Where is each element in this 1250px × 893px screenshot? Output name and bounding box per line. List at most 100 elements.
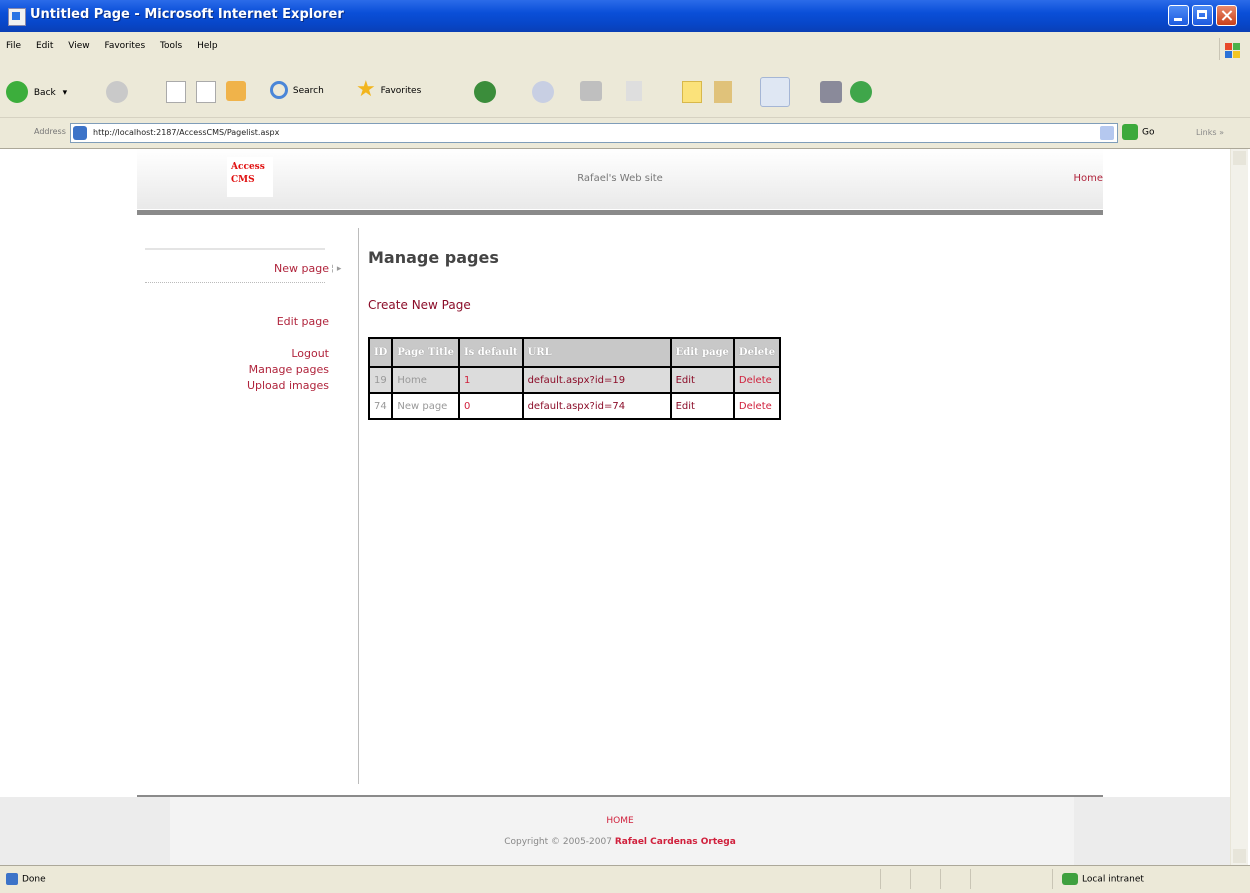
local-intranet-icon	[1062, 873, 1078, 885]
status-done: Done	[6, 873, 46, 885]
cell-id: 74	[367, 392, 394, 420]
search-icon	[270, 81, 288, 99]
pages-table: ID Page Title Is default URL Edit page D…	[367, 337, 782, 420]
sidebar-item-manage-pages[interactable]: Manage pages	[249, 363, 329, 376]
status-divider	[880, 869, 881, 889]
site-name: Rafael's Web site	[577, 173, 663, 184]
table-row: 74 New page 0 default.aspx?id=74 Edit De…	[367, 392, 782, 420]
home-icon[interactable]	[226, 81, 246, 101]
page-icon	[73, 126, 87, 140]
discuss-icon[interactable]	[682, 81, 702, 103]
research-icon[interactable]	[714, 81, 732, 103]
sidebar-divider	[145, 248, 325, 250]
menu-tools[interactable]: Tools	[160, 41, 182, 51]
chevron-down-icon: ▾	[62, 87, 68, 98]
close-icon[interactable]	[1216, 5, 1237, 26]
footer-panel	[170, 797, 1074, 865]
column-header-url: URL	[521, 337, 672, 368]
copyright-text: Copyright © 2005-2007 Rafael Cardenas Or…	[504, 837, 736, 847]
favorites-star-icon: ★	[356, 77, 376, 102]
create-new-page-link[interactable]: Create New Page	[368, 298, 471, 312]
browser-toolbar: Back ▾ Search ★ Favorites	[0, 72, 1250, 118]
cell-url-link[interactable]: default.aspx?id=19	[521, 366, 672, 394]
sidebar-dotted-divider	[145, 282, 325, 283]
author-link[interactable]: Rafael Cardenas Ortega	[615, 837, 736, 847]
menu-file[interactable]: File	[6, 41, 21, 51]
history-icon[interactable]	[474, 81, 496, 103]
column-header-is-default: Is default	[457, 337, 524, 368]
sidebar-item-upload-images[interactable]: Upload images	[247, 379, 329, 392]
scroll-up-icon[interactable]	[1233, 151, 1246, 165]
mail-icon[interactable]	[532, 81, 554, 103]
site-footer: HOME Copyright © 2005-2007 Rafael Carden…	[0, 797, 1230, 865]
cell-page-title: New page	[391, 392, 460, 420]
security-zone: Local intranet	[1062, 873, 1144, 885]
status-divider	[1052, 869, 1053, 889]
address-input[interactable]: http://localhost:2187/AccessCMS/Pagelist…	[70, 123, 1118, 143]
cell-page-title: Home	[391, 366, 460, 394]
search-button[interactable]: Search	[270, 81, 324, 99]
column-header-delete: Delete	[732, 337, 782, 368]
links-button[interactable]: Links »	[1196, 128, 1224, 137]
status-bar: Done Local intranet	[0, 865, 1250, 893]
arrow-right-icon: ¦ ▸	[331, 264, 342, 274]
edit-link[interactable]: Edit	[669, 392, 735, 420]
forward-arrow-icon[interactable]	[106, 81, 128, 103]
menu-bar: File Edit View Favorites Tools Help	[0, 32, 1250, 73]
scroll-down-icon[interactable]	[1233, 849, 1246, 863]
menu-help[interactable]: Help	[197, 41, 218, 51]
cell-is-default: 1	[457, 366, 524, 394]
favorites-button[interactable]: ★ Favorites	[356, 77, 421, 102]
delete-link[interactable]: Delete	[732, 392, 782, 420]
header-divider	[137, 210, 1103, 215]
maximize-icon[interactable]	[1192, 5, 1213, 26]
sidebar-item-new-page[interactable]: New page	[274, 262, 329, 275]
address-url[interactable]: http://localhost:2187/AccessCMS/Pagelist…	[93, 128, 279, 137]
page-viewport	[0, 149, 1250, 865]
edit-link[interactable]: Edit	[669, 366, 735, 394]
address-dropdown-icon[interactable]	[1100, 126, 1114, 140]
footer-home-link[interactable]: HOME	[0, 816, 1240, 826]
content-divider	[358, 228, 359, 784]
status-divider	[910, 869, 911, 889]
table-row: 19 Home 1 default.aspx?id=19 Edit Delete	[367, 366, 782, 394]
messenger-icon[interactable]	[760, 77, 790, 107]
address-bar: Address http://localhost:2187/AccessCMS/…	[0, 118, 1250, 149]
menu-edit[interactable]: Edit	[36, 41, 53, 51]
cell-id: 19	[367, 366, 394, 394]
minimize-icon[interactable]	[1168, 5, 1189, 26]
go-arrow-icon	[1122, 124, 1138, 140]
windows-logo-icon	[1219, 38, 1242, 60]
refresh-icon[interactable]	[196, 81, 216, 103]
go-button[interactable]: Go	[1122, 124, 1154, 140]
back-arrow-icon	[6, 81, 28, 103]
back-button[interactable]: Back ▾	[6, 81, 67, 103]
vertical-scrollbar[interactable]	[1230, 149, 1248, 865]
contacts-icon[interactable]	[850, 81, 872, 103]
sidebar-item-logout[interactable]: Logout	[291, 347, 329, 360]
ie-page-icon	[8, 8, 26, 26]
column-header-edit-page: Edit page	[669, 337, 735, 368]
cell-is-default: 0	[457, 392, 524, 420]
cell-url-link[interactable]: default.aspx?id=74	[521, 392, 672, 420]
stop-icon[interactable]	[166, 81, 186, 103]
address-label: Address	[34, 127, 66, 136]
window-title: Untitled Page - Microsoft Internet Explo…	[30, 7, 344, 22]
column-header-id: ID	[367, 337, 394, 368]
column-header-page-title: Page Title	[391, 337, 460, 368]
tools-icon[interactable]	[820, 81, 842, 103]
table-header-row: ID Page Title Is default URL Edit page D…	[367, 337, 782, 368]
print-icon[interactable]	[580, 81, 602, 101]
site-header: Access CMS Rafael's Web site Home	[137, 149, 1103, 209]
page-title: Manage pages	[368, 248, 499, 267]
menu-favorites[interactable]: Favorites	[104, 41, 145, 51]
edit-icon[interactable]	[626, 81, 642, 101]
header-home-link[interactable]: Home	[1073, 173, 1103, 184]
status-divider	[970, 869, 971, 889]
status-divider	[940, 869, 941, 889]
window-title-bar: Untitled Page - Microsoft Internet Explo…	[0, 0, 1250, 32]
sidebar-item-edit-page[interactable]: Edit page	[277, 315, 329, 328]
menu-view[interactable]: View	[68, 41, 89, 51]
delete-link[interactable]: Delete	[732, 366, 782, 394]
page-done-icon	[6, 873, 18, 885]
